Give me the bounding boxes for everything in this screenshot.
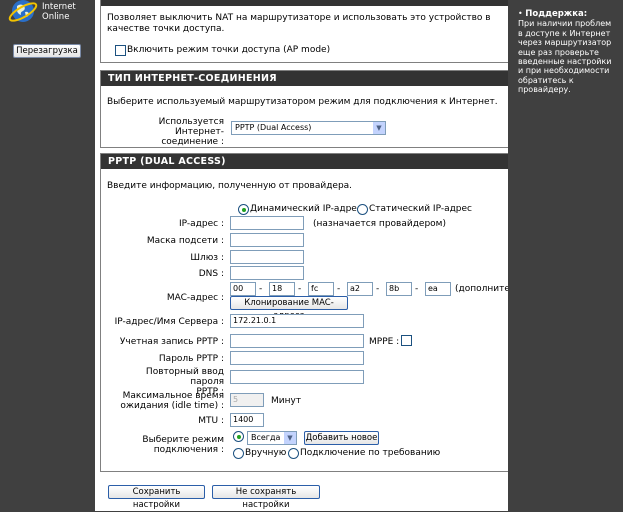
gateway-input[interactable] — [230, 250, 304, 264]
dynamic-ip-radio[interactable] — [238, 204, 249, 215]
pptp-description: Введите информацию, полученную от провай… — [107, 181, 353, 191]
static-ip-label: Статический IP-адрес — [369, 204, 472, 214]
mode-always-radio[interactable] — [233, 431, 244, 442]
mtu-label: MTU : — [198, 416, 224, 426]
left-sidebar: Internet Online Перезагрузка — [0, 0, 95, 511]
reboot-button[interactable]: Перезагрузка — [13, 44, 81, 58]
internet-status: Internet Online — [42, 2, 76, 22]
mac-octet-4[interactable]: a2 — [347, 282, 373, 296]
help-panel: • Поддержка: При наличии проблем в досту… — [518, 9, 618, 95]
help-title: Поддержка: — [525, 9, 588, 19]
ap-mode-checkbox[interactable] — [115, 45, 126, 56]
mac-sep: - — [376, 284, 380, 294]
help-text: При наличии проблем в доступе к Интернет… — [518, 19, 612, 95]
clone-mac-button[interactable]: Клонирование MAC-адреса — [230, 296, 348, 321]
gateway-label: Шлюз : — [190, 253, 224, 263]
mask-input[interactable] — [230, 233, 304, 247]
pptp-section: PPTP (DUAL ACCESS) Введите информацию, п… — [100, 153, 536, 472]
connection-type-section: ТИП ИНТЕРНЕТ-СОЕДИНЕНИЯ Выберите использ… — [100, 70, 511, 148]
mac-octet-5[interactable]: 8b — [386, 282, 412, 296]
chevron-down-icon: ▼ — [284, 432, 296, 444]
mode-manual-label: Вручную — [245, 448, 287, 458]
mppe-label: MPPE : — [369, 337, 400, 347]
dynamic-ip-label: Динамический IP-адрес — [250, 204, 362, 214]
schedule-selected: Всегда — [251, 433, 281, 442]
dont-save-settings-button[interactable]: Не сохранять настройки — [212, 485, 320, 510]
mac-label: MAC-адрес : — [166, 293, 224, 303]
mode-on-demand-radio[interactable] — [288, 448, 299, 459]
connect-mode-label-line1: Выберите режим — [142, 435, 224, 445]
mac-sep: - — [259, 284, 263, 294]
account-label: Учетная запись PPTP : — [119, 337, 224, 347]
password-confirm-label-line1: Повторный ввод пароля — [145, 367, 224, 387]
ap-mode-section: Позволяет выключить NAT на маршрутизатор… — [100, 0, 511, 63]
connection-type-label: Используется Интернет- соединение : — [111, 117, 224, 147]
mtu-input[interactable]: 1400 — [230, 413, 264, 427]
mode-on-demand-label: Подключение по требованию — [300, 448, 441, 458]
mac-sep: - — [415, 284, 419, 294]
ap-mode-description: Позволяет выключить NAT на маршрутизатор… — [107, 13, 491, 34]
ip-note: (назначается провайдером) — [313, 219, 446, 229]
status-line2: Online — [42, 12, 70, 22]
mac-octet-6[interactable]: ea — [425, 282, 451, 296]
main-content: Позволяет выключить NAT на маршрутизатор… — [95, 0, 536, 511]
connection-type-label-line1: Используется Интернет- — [158, 117, 224, 137]
add-new-button[interactable]: Добавить новое — [304, 431, 379, 445]
server-input[interactable]: 172.21.0.1 — [230, 314, 364, 328]
mode-manual-radio[interactable] — [233, 448, 244, 459]
mac-octet-2[interactable]: 18 — [269, 282, 295, 296]
connection-type-selected: PPTP (Dual Access) — [235, 123, 312, 132]
mppe-checkbox[interactable] — [401, 335, 412, 346]
save-settings-button[interactable]: Сохранить настройки — [108, 485, 205, 510]
chevron-down-icon: ▼ — [373, 122, 385, 134]
mac-octet-1[interactable]: 00 — [230, 282, 256, 296]
schedule-select[interactable]: Всегда ▼ — [247, 431, 297, 445]
dns-label: DNS : — [198, 269, 224, 279]
mac-sep: - — [298, 284, 302, 294]
idle-time-input[interactable]: 5 — [230, 393, 264, 407]
password-input[interactable] — [230, 351, 364, 365]
connect-mode-label: Выберите режим подключения : — [111, 435, 224, 455]
pptp-header: PPTP (DUAL ACCESS) — [101, 154, 510, 169]
ip-label: IP-адрес : — [179, 219, 224, 229]
idle-time-label-line2: ожидания (idle time) : — [120, 401, 224, 411]
password-label: Пароль PPTP : — [158, 354, 224, 364]
idle-time-label-line1: Максимальное время — [122, 391, 224, 401]
idle-time-unit: Минут — [271, 396, 302, 406]
dns-input[interactable] — [230, 266, 304, 280]
connection-type-select[interactable]: PPTP (Dual Access) ▼ — [231, 121, 386, 135]
connection-type-description: Выберите используемый маршрутизатором ре… — [107, 97, 498, 107]
mac-octet-3[interactable]: fc — [308, 282, 334, 296]
server-label: IP-адрес/Имя Сервера : — [114, 317, 224, 327]
account-input[interactable] — [230, 334, 364, 348]
status-line1: Internet — [42, 2, 76, 12]
mask-label: Маска подсети : — [146, 236, 224, 246]
password-confirm-input[interactable] — [230, 370, 364, 384]
connect-mode-label-line2: подключения : — [153, 445, 224, 455]
mac-sep: - — [337, 284, 341, 294]
connection-type-label-line2: соединение : — [161, 137, 224, 147]
connection-type-header: ТИП ИНТЕРНЕТ-СОЕДИНЕНИЯ — [101, 71, 510, 86]
ap-mode-header — [101, 0, 510, 6]
ap-mode-checkbox-label: Включить режим точки доступа (AP mode) — [127, 45, 331, 55]
internet-globe-icon — [8, 0, 38, 22]
right-separator — [508, 0, 515, 511]
idle-time-label: Максимальное время ожидания (idle time) … — [111, 391, 224, 411]
ip-input[interactable] — [230, 216, 304, 230]
static-ip-radio[interactable] — [357, 204, 368, 215]
